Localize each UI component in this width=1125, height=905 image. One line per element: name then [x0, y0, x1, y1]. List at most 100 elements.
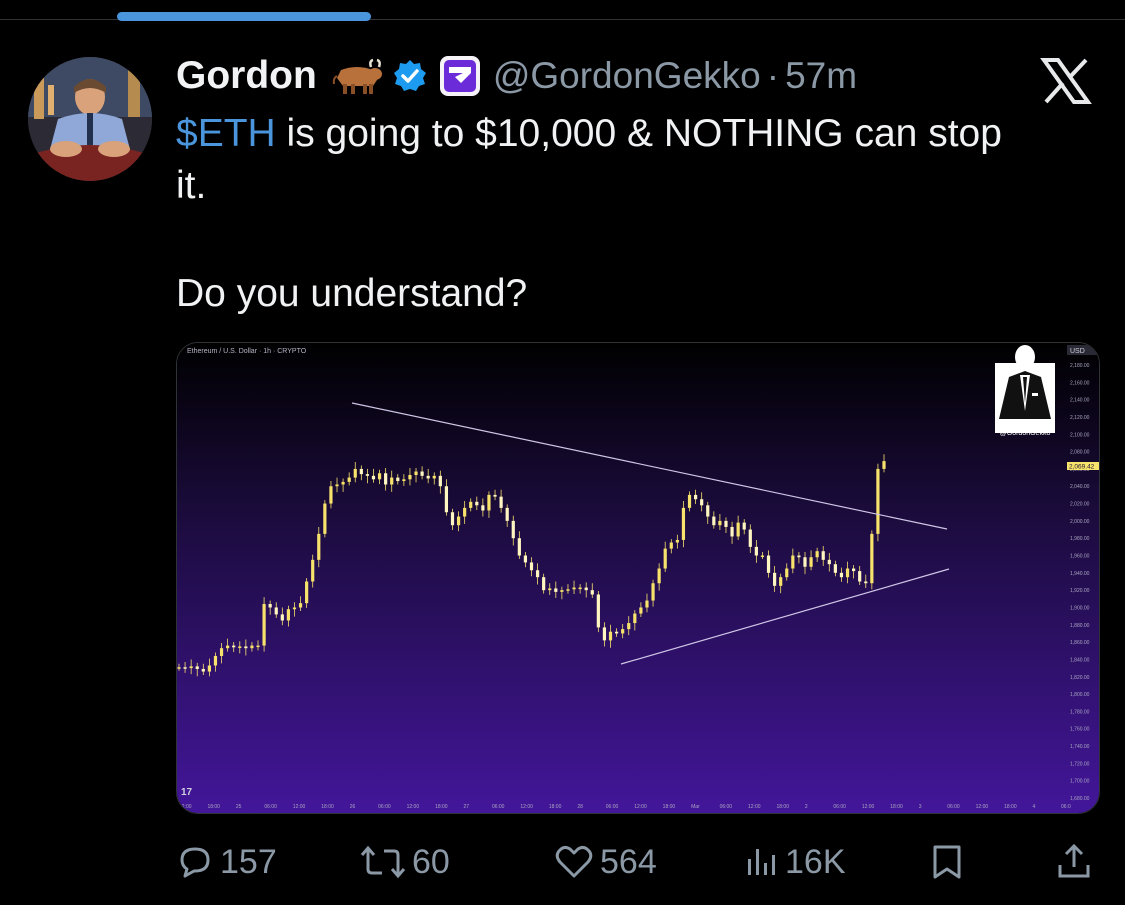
x-tick-label: 18:00	[1004, 804, 1017, 810]
candle-body	[189, 666, 193, 669]
x-tick-label: 06:00	[833, 804, 846, 810]
x-tick-label: 06:00	[947, 804, 960, 810]
y-tick-label: 1,800.00	[1070, 692, 1090, 698]
candle-body	[548, 588, 552, 591]
candle-body	[839, 572, 844, 578]
x-tick-label: 12:00	[407, 804, 420, 810]
y-tick-label: 1,720.00	[1070, 761, 1090, 767]
analytics-bars-icon	[748, 849, 775, 875]
y-tick-label: 1,960.00	[1070, 554, 1090, 560]
candle-body	[614, 631, 619, 634]
candle-body	[286, 609, 290, 621]
repost-icon	[360, 845, 406, 879]
candle-body	[693, 494, 698, 500]
candle-body	[329, 486, 333, 504]
y-tick-label: 2,100.00	[1070, 432, 1090, 438]
x-tick-label: 12:00	[976, 804, 989, 810]
candle-body	[852, 568, 856, 572]
candle-body	[724, 520, 728, 527]
x-tick-label: 12:00	[634, 804, 647, 810]
candle-body	[748, 529, 752, 547]
reply-button[interactable]: 157	[176, 832, 277, 892]
candle-body	[718, 520, 722, 526]
author-name[interactable]: Gordon	[176, 54, 317, 98]
affiliate-badge-icon[interactable]	[439, 55, 481, 97]
share-button[interactable]	[1056, 832, 1098, 892]
candle-body	[268, 604, 272, 608]
candle-body	[396, 477, 400, 482]
y-tick-label: 2,180.00	[1070, 363, 1090, 369]
candle-body	[377, 473, 382, 480]
candle-body	[663, 548, 667, 569]
y-tick-label: 1,900.00	[1070, 605, 1090, 611]
candle-body	[183, 667, 187, 669]
ox-emoji	[332, 58, 382, 94]
candle-body	[797, 555, 801, 558]
tweet-actions: 157 60 564 16K	[0, 832, 1125, 892]
candle-body	[493, 494, 497, 497]
candle-body	[487, 494, 491, 511]
candle-body	[298, 603, 303, 608]
verified-checkmark-icon[interactable]	[393, 59, 427, 93]
candle-body	[511, 520, 515, 539]
bookmark-icon	[933, 845, 961, 879]
avatar[interactable]	[28, 57, 152, 181]
tweet-text-rest: is going to $10,000 & NOTHING can stop	[275, 112, 1002, 155]
candle-body	[669, 542, 673, 549]
candle-body	[341, 481, 345, 485]
chart-title: Ethereum / U.S. Dollar · 1h · CRYPTO	[187, 348, 307, 355]
candle-body	[359, 468, 363, 475]
candle-body	[311, 559, 315, 582]
x-tick-label: 18:00	[321, 804, 334, 810]
timestamp[interactable]: 57m	[785, 55, 857, 97]
like-count: 564	[600, 842, 657, 881]
y-tick-label: 1,840.00	[1070, 657, 1090, 663]
candle-body	[384, 473, 388, 485]
candle-body	[219, 648, 224, 656]
watermark-handle: @GordonGekko	[1000, 430, 1051, 437]
candle-body	[821, 551, 825, 560]
candle-body	[274, 607, 278, 615]
candle-body	[566, 589, 570, 591]
candle-body	[773, 572, 777, 586]
x-tick-label: 06:00	[492, 804, 505, 810]
y-tick-label: 1,740.00	[1070, 744, 1090, 750]
cashtag-link[interactable]: $ETH	[176, 112, 276, 155]
candle-body	[213, 655, 218, 666]
candle-body	[572, 587, 576, 590]
candle-body	[712, 516, 716, 526]
tweet-media-chart[interactable]: Ethereum / U.S. Dollar · 1h · CRYPTO 2,1…	[176, 342, 1100, 814]
candle-body	[760, 555, 765, 558]
candle-body	[706, 505, 710, 517]
candle-body	[475, 501, 479, 506]
candle-body	[529, 562, 534, 571]
repost-button[interactable]: 60	[360, 832, 450, 892]
reply-icon	[180, 847, 210, 878]
candle-body	[420, 471, 424, 476]
x-logo-icon[interactable]	[1040, 57, 1092, 105]
x-tick-label: 3	[919, 804, 922, 810]
candle-body	[876, 468, 880, 534]
x-tick-label: 12:00	[862, 804, 875, 810]
candle-body	[779, 577, 783, 586]
candle-body	[815, 551, 819, 558]
heart-icon	[555, 845, 593, 878]
y-tick-label: 1,760.00	[1070, 727, 1090, 733]
candle-body	[347, 477, 351, 482]
candle-body	[292, 607, 297, 610]
current-price-label: 2,069.42	[1069, 464, 1095, 471]
candle-body	[657, 568, 661, 584]
candle-body	[444, 486, 449, 513]
x-tick-label: 06:0	[1061, 804, 1071, 810]
candle-body	[651, 583, 655, 601]
like-button[interactable]: 564	[554, 832, 657, 892]
candle-body	[785, 568, 789, 578]
views-button[interactable]: 16K	[745, 832, 846, 892]
candle-body	[845, 568, 850, 578]
candle-body	[353, 468, 357, 478]
bookmark-button[interactable]	[930, 832, 970, 892]
author-handle[interactable]: @GordonGekko	[493, 55, 761, 97]
y-tick-label: 1,860.00	[1070, 640, 1090, 646]
candle-body	[681, 507, 686, 540]
candle-body	[742, 522, 746, 530]
